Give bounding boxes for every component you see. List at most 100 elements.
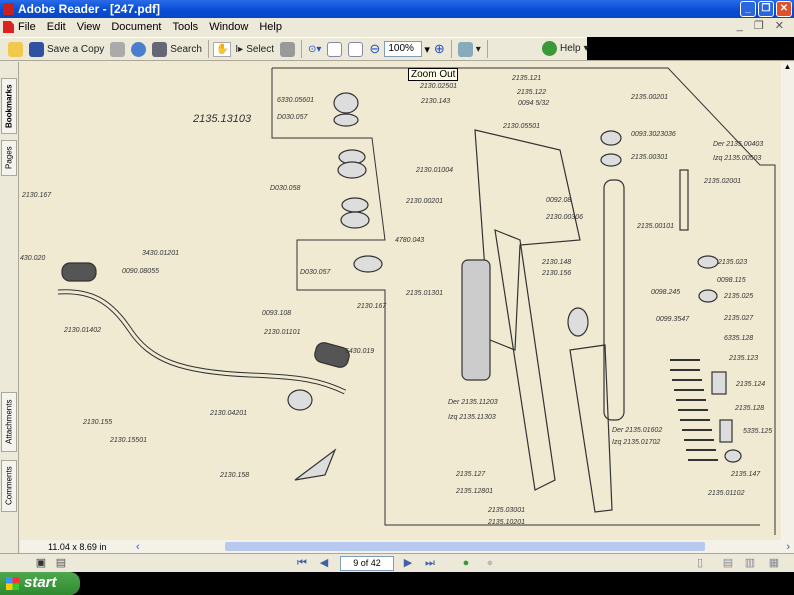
part-number-label: 2130.00201 [405,198,443,205]
part-number-label: 2135.10201 [487,519,525,526]
tab-comments[interactable]: Comments [1,460,17,512]
rotate-view-button[interactable]: ▾ [456,41,483,58]
page-number-field[interactable]: 9 of 42 [340,556,394,571]
hand-tool-button[interactable]: ✋ [212,41,232,57]
menu-window[interactable]: Window [209,21,248,33]
open-button[interactable] [6,41,25,58]
handlebar [57,289,347,395]
part-number-label: D030.057 [300,269,331,276]
tab-pages[interactable]: Pages [1,140,17,176]
magnifier-icon: ⊙▾ [308,43,322,55]
search-button[interactable]: Search [150,41,204,58]
zoom-out-button[interactable]: ⊖ [367,40,382,58]
part-number-label: 2135.147 [730,471,761,478]
single-page-view-button[interactable]: ▯ [694,557,706,569]
start-label: start [24,574,57,591]
part-number-label: D030.057 [277,114,308,121]
headstock-bearings [333,92,383,273]
floppy-icon [29,41,44,57]
menu-document[interactable]: Document [111,21,161,33]
document-window-controls[interactable]: _ ❐ ✕ [737,19,788,32]
part-number-label: 2130.02501 [419,83,457,90]
continuous-facing-view-button[interactable]: ▦ [768,557,780,569]
horizontal-scrollbar[interactable]: 11.04 x 8.69 in ‹ › [20,540,794,553]
part-number-label: 2135.122 [516,89,546,96]
section-borders [271,67,776,535]
go-forward-button[interactable]: ● [484,557,496,569]
select-label: Select [246,43,275,55]
part-number-label: D030.058 [270,185,300,192]
part-number-label: 2135.128 [734,405,764,412]
part-number-label: Izq 2135.11303 [448,414,496,421]
print-button[interactable] [108,41,127,58]
part-number-label: Izq 2135.00503 [713,155,761,162]
continuous-view-button[interactable]: ▤ [722,557,734,569]
part-number-label: 0099.3547 [656,316,690,323]
menu-tools[interactable]: Tools [173,21,199,33]
document-view[interactable]: 2135.13103 6330.05601 D030.057 D030.058 D03… [20,62,781,540]
plus-circle-icon: ⊕ [433,41,445,56]
part-number-label: 2135.127 [455,471,486,478]
scroll-up-arrow[interactable]: ▲ [781,62,794,71]
main-part-label: 2135.13103 [192,113,252,125]
tab-attachments[interactable]: Attachments [1,392,17,452]
part-number-label: 0098.115 [717,277,746,284]
part-number-label: 6335.128 [724,335,753,342]
part-number-label: 0093.108 [262,310,291,317]
scrollbar-thumb[interactable] [225,542,705,551]
part-number-label: 2130.01004 [415,167,453,174]
part-number-label: 2130.158 [219,472,249,479]
zoom-dropdown-arrow[interactable]: ▾ [424,43,430,56]
vertical-scrollbar[interactable]: ▲ [781,62,794,540]
part-number-label: 4780.043 [395,237,424,244]
binoculars-icon [152,41,168,57]
blank-toolbar-area [587,37,794,60]
zoom-level-field[interactable]: 100% [384,41,423,57]
menu-view[interactable]: View [77,21,101,33]
part-number-label: 2135.027 [723,315,754,322]
part-number-label: 3430.01201 [142,250,179,257]
zoom-tool-button[interactable]: ⊙▾ [306,43,323,56]
help-button[interactable]: Help ▾ [540,40,591,57]
zoom-in-button[interactable]: ⊕ [432,40,447,58]
part-number-label: 2130.167 [356,303,387,310]
minimize-button[interactable]: _ [740,1,756,17]
part-number-label: 0094 5/32 [518,100,549,107]
last-page-button[interactable]: ⏭ [424,557,436,569]
title-bar: Adobe Reader - [247.pdf] _ ❐ ✕ [0,0,794,18]
facing-view-button[interactable]: ▥ [744,557,756,569]
first-page-button[interactable]: ⏮ [296,557,308,569]
pdf-document-icon [3,21,14,33]
fit-page-button[interactable] [325,41,344,58]
part-number-label: 2135.123 [728,355,758,362]
page-thumbnail-icon[interactable]: ▣ [35,557,47,569]
part-number-label: 2130.167 [21,192,52,199]
previous-page-button[interactable]: ◀ [318,557,330,569]
save-copy-button[interactable]: Save a Copy [27,41,106,58]
select-tool-button[interactable]: I▸ Select [233,43,276,56]
menu-file[interactable]: File [18,21,36,33]
part-number-label: 2135.02001 [703,178,741,185]
restore-button[interactable]: ❐ [758,1,774,17]
tab-bookmarks[interactable]: Bookmarks [1,78,17,134]
part-number-label: 2130.156 [541,270,571,277]
part-number-label: 5335.125 [743,428,772,435]
fit-width-button[interactable] [346,41,365,58]
close-button[interactable]: ✕ [776,1,792,17]
document-icon[interactable]: ▤ [55,557,67,569]
part-number-label: 2135.01102 [707,490,745,497]
snapshot-button[interactable] [278,41,297,58]
start-button[interactable]: start [0,572,80,595]
menu-help[interactable]: Help [259,21,282,33]
part-number-label: 2135.00101 [636,223,674,230]
save-copy-label: Save a Copy [47,43,105,55]
go-back-button[interactable]: ● [460,557,472,569]
part-number-label: 2130.04201 [209,410,247,417]
menu-edit[interactable]: Edit [47,21,66,33]
next-page-button[interactable]: ▶ [402,557,414,569]
email-button[interactable] [129,41,148,58]
separator [450,40,452,58]
scroll-left-arrow[interactable]: ‹ [136,541,140,553]
scroll-right-arrow[interactable]: › [786,541,790,553]
part-number-label: 2135.12801 [455,488,493,495]
